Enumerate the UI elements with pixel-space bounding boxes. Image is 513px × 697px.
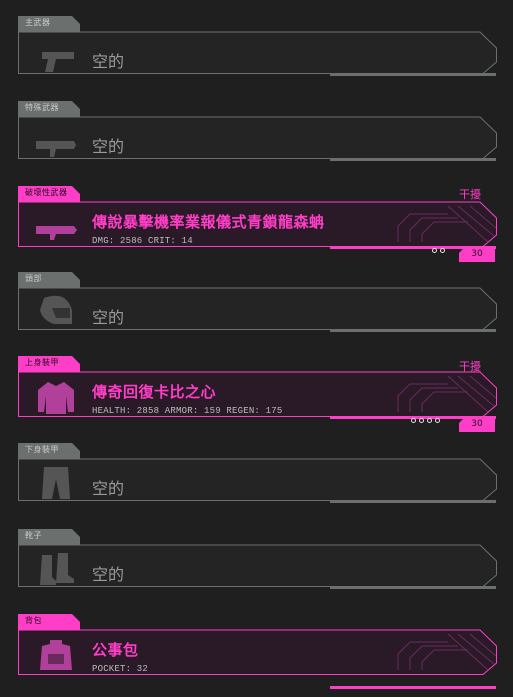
item-name: 傳說暴擊機率業報儀式青鎖龍森蚺 <box>92 213 325 231</box>
slot-frame <box>18 629 497 689</box>
slot-upper-armor[interactable]: 上身裝甲 干擾 傳奇回復卡比之心 HEALTH: 2858 ARMOR: 159… <box>18 356 497 436</box>
slot-special-weapon[interactable]: 特殊武器 空的 <box>18 101 497 177</box>
slot-frame <box>18 31 497 76</box>
mod-slot-dot <box>432 248 437 253</box>
backpack-icon <box>40 640 72 670</box>
rocket-launcher-icon <box>36 141 76 157</box>
pants-icon <box>42 467 70 499</box>
slot-empty-label: 空的 <box>92 479 125 498</box>
slot-empty-label: 空的 <box>92 137 125 156</box>
slot-frame <box>18 116 497 161</box>
rocket-weapon-icon <box>36 226 77 240</box>
slot-lower-armor[interactable]: 下身裝甲 空的 <box>18 443 497 519</box>
mod-slot-dots <box>432 248 445 253</box>
helmet-icon <box>40 295 72 324</box>
jacket-icon <box>38 382 74 414</box>
item-stats: DMG: 2586 CRIT: 14 <box>92 236 193 246</box>
slot-boots[interactable]: 靴子 空的 <box>18 529 497 605</box>
slot-primary-weapon[interactable]: 主武器 空的 <box>18 16 497 92</box>
slot-backpack[interactable]: 背包 公事包 POCKET: 32 <box>18 614 497 694</box>
item-name: 傳奇回復卡比之心 <box>92 383 217 401</box>
slot-frame <box>18 458 497 503</box>
slot-frame <box>18 371 497 419</box>
mod-slot-dot <box>427 418 432 423</box>
mod-slot-dot <box>411 418 416 423</box>
item-stats: POCKET: 32 <box>92 664 149 674</box>
pistol-icon <box>42 52 74 72</box>
mod-slot-dot <box>435 418 440 423</box>
slot-empty-label: 空的 <box>92 565 125 584</box>
mod-slot-dot <box>440 248 445 253</box>
item-stats: HEALTH: 2858 ARMOR: 159 REGEN: 175 <box>92 406 283 416</box>
slot-frame <box>18 544 497 589</box>
item-name: 公事包 <box>92 641 139 659</box>
slot-head[interactable]: 頭部 空的 <box>18 272 497 348</box>
slot-destructive-weapon[interactable]: 破壞性武器 干擾 傳說暴擊機率業報儀式青鎖龍森蚺 DMG: 2586 CRIT:… <box>18 186 497 266</box>
boots-icon <box>40 553 74 585</box>
slot-empty-label: 空的 <box>92 308 125 327</box>
mod-slot-dots <box>411 418 440 423</box>
mod-slot-dot <box>419 418 424 423</box>
slot-empty-label: 空的 <box>92 52 125 71</box>
level-badge: 30 <box>459 247 495 262</box>
slot-frame <box>18 287 497 332</box>
level-badge: 30 <box>459 417 495 432</box>
